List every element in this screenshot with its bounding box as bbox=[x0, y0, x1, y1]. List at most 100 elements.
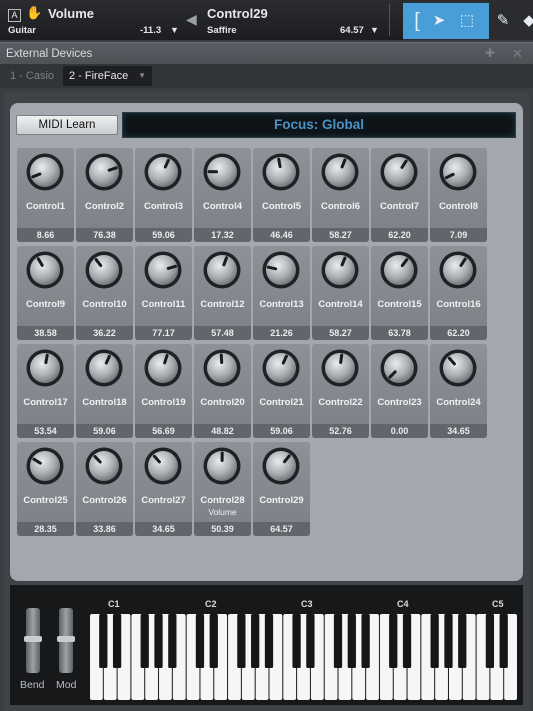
black-key[interactable] bbox=[333, 614, 343, 668]
control-strip[interactable]: Control10 36.22 bbox=[76, 246, 133, 340]
black-key[interactable] bbox=[99, 614, 108, 668]
close-icon[interactable]: ✕ bbox=[512, 46, 523, 62]
control-strip[interactable]: Control23 0.00 bbox=[371, 344, 428, 438]
control-strip[interactable]: Control25 28.35 bbox=[17, 442, 74, 536]
knob-icon[interactable] bbox=[261, 348, 301, 388]
knob-icon[interactable] bbox=[202, 446, 242, 486]
black-key[interactable] bbox=[195, 614, 205, 668]
chevron-down-icon[interactable]: ▼ bbox=[138, 66, 146, 86]
knob-icon[interactable] bbox=[143, 250, 183, 290]
black-key[interactable] bbox=[292, 614, 301, 668]
black-key[interactable] bbox=[154, 614, 163, 668]
knob-icon[interactable] bbox=[25, 250, 65, 290]
mod-wheel-handle[interactable] bbox=[57, 636, 75, 642]
volume-value[interactable]: -11.3 bbox=[140, 25, 161, 36]
black-key[interactable] bbox=[389, 614, 398, 668]
knob-icon[interactable] bbox=[379, 348, 419, 388]
knob-icon[interactable] bbox=[438, 348, 478, 388]
control-strip[interactable]: Control11 77.17 bbox=[135, 246, 192, 340]
hand-icon[interactable]: ✋ bbox=[26, 5, 42, 21]
knob-icon[interactable] bbox=[261, 152, 301, 192]
black-key[interactable] bbox=[430, 614, 439, 668]
black-key[interactable] bbox=[209, 614, 218, 668]
control-strip[interactable]: Control8 7.09 bbox=[430, 148, 487, 242]
black-key[interactable] bbox=[237, 614, 246, 668]
black-key[interactable] bbox=[168, 614, 177, 668]
control-strip[interactable]: Control7 62.20 bbox=[371, 148, 428, 242]
control-value[interactable]: 64.57 bbox=[340, 25, 364, 36]
knob-icon[interactable] bbox=[143, 152, 183, 192]
mod-wheel[interactable] bbox=[57, 608, 75, 673]
control-strip[interactable]: Control21 59.06 bbox=[253, 344, 310, 438]
arrow-tool-icon[interactable]: ➤ bbox=[427, 9, 451, 33]
knob-icon[interactable] bbox=[379, 250, 419, 290]
knob-icon[interactable] bbox=[84, 348, 124, 388]
black-key[interactable] bbox=[306, 614, 315, 668]
control-strip[interactable]: Control24 34.65 bbox=[430, 344, 487, 438]
knob-icon[interactable] bbox=[261, 250, 301, 290]
black-key[interactable] bbox=[499, 614, 508, 668]
tab-fireface[interactable]: 2 - FireFace ▼ bbox=[63, 66, 152, 86]
knob-icon[interactable] bbox=[320, 250, 360, 290]
knob-icon[interactable] bbox=[25, 152, 65, 192]
control-strip[interactable]: Control16 62.20 bbox=[430, 246, 487, 340]
black-key[interactable] bbox=[444, 614, 453, 668]
black-key[interactable] bbox=[485, 614, 495, 668]
knob-icon[interactable] bbox=[320, 348, 360, 388]
control-strip[interactable]: Control5 46.46 bbox=[253, 148, 310, 242]
control-strip[interactable]: Control6 58.27 bbox=[312, 148, 369, 242]
control-strip[interactable]: Control2 76.38 bbox=[76, 148, 133, 242]
chevron-down-icon[interactable]: ▼ bbox=[370, 25, 379, 35]
control-strip[interactable]: Control9 38.58 bbox=[17, 246, 74, 340]
eraser-tool-icon[interactable]: ◆ bbox=[517, 9, 533, 33]
knob-icon[interactable] bbox=[84, 152, 124, 192]
black-key[interactable] bbox=[112, 614, 122, 668]
control-strip[interactable]: Control4 17.32 bbox=[194, 148, 251, 242]
control-strip[interactable]: Control3 59.06 bbox=[135, 148, 192, 242]
control-strip[interactable]: Control14 58.27 bbox=[312, 246, 369, 340]
control-strip[interactable]: Control17 53.54 bbox=[17, 344, 74, 438]
black-key[interactable] bbox=[458, 614, 467, 668]
black-key[interactable] bbox=[347, 614, 356, 668]
knob-icon[interactable] bbox=[143, 348, 183, 388]
range-tool-icon[interactable]: ⬚ bbox=[455, 9, 479, 33]
piano-keyboard[interactable] bbox=[90, 614, 518, 700]
prev-arrow-icon[interactable]: ◀ bbox=[186, 11, 197, 28]
control-strip[interactable]: Control13 21.26 bbox=[253, 246, 310, 340]
control-strip[interactable]: Control29 64.57 bbox=[253, 442, 310, 536]
control-strip[interactable]: Control12 57.48 bbox=[194, 246, 251, 340]
control-strip[interactable]: Control15 63.78 bbox=[371, 246, 428, 340]
black-key[interactable] bbox=[361, 614, 370, 668]
knob-icon[interactable] bbox=[438, 250, 478, 290]
black-key[interactable] bbox=[402, 614, 412, 668]
control-strip[interactable]: Control27 34.65 bbox=[135, 442, 192, 536]
bend-wheel[interactable] bbox=[24, 608, 42, 673]
knob-icon[interactable] bbox=[25, 446, 65, 486]
control-strip[interactable]: Control28 Volume 50.39 bbox=[194, 442, 251, 536]
tab-casio[interactable]: 1 - Casio bbox=[4, 66, 60, 86]
black-key[interactable] bbox=[251, 614, 260, 668]
knob-icon[interactable] bbox=[202, 152, 242, 192]
control-strip[interactable]: Control20 48.82 bbox=[194, 344, 251, 438]
control-strip[interactable]: Control26 33.86 bbox=[76, 442, 133, 536]
knob-icon[interactable] bbox=[84, 446, 124, 486]
black-key[interactable] bbox=[264, 614, 274, 668]
knob-icon[interactable] bbox=[320, 152, 360, 192]
chevron-down-icon[interactable]: ▼ bbox=[170, 25, 179, 35]
knob-icon[interactable] bbox=[84, 250, 124, 290]
black-key[interactable] bbox=[140, 614, 149, 668]
control-strip[interactable]: Control19 56.69 bbox=[135, 344, 192, 438]
control-strip[interactable]: Control18 59.06 bbox=[76, 344, 133, 438]
control-strip[interactable]: Control22 52.76 bbox=[312, 344, 369, 438]
knob-icon[interactable] bbox=[261, 446, 301, 486]
bend-wheel-handle[interactable] bbox=[24, 636, 42, 642]
pin-icon[interactable]: ✚ bbox=[485, 46, 495, 60]
midi-learn-button[interactable]: MIDI Learn bbox=[16, 115, 118, 135]
knob-icon[interactable] bbox=[143, 446, 183, 486]
knob-icon[interactable] bbox=[379, 152, 419, 192]
control-strip[interactable]: Control1 8.66 bbox=[17, 148, 74, 242]
a-badge[interactable]: A bbox=[8, 9, 21, 22]
knob-icon[interactable] bbox=[202, 250, 242, 290]
pencil-tool-icon[interactable]: ✎ bbox=[491, 9, 515, 33]
knob-icon[interactable] bbox=[202, 348, 242, 388]
